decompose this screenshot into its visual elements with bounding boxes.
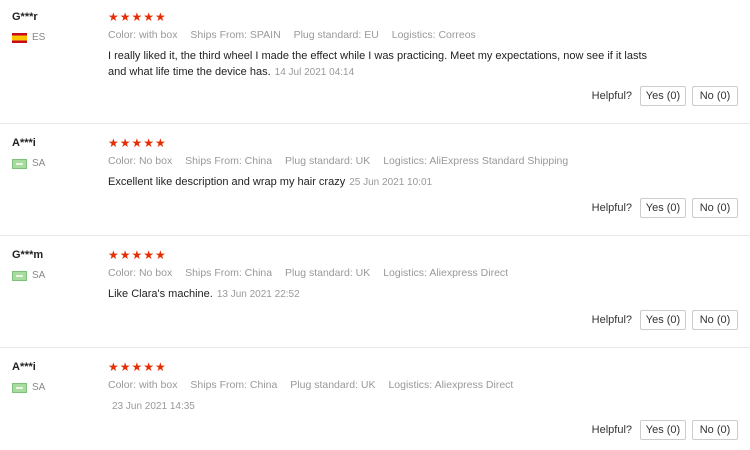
helpful-no-button[interactable]: No (0) xyxy=(692,198,738,218)
helpful-label: Helpful? xyxy=(591,202,632,214)
helpful-yes-button[interactable]: Yes (0) xyxy=(640,310,686,330)
reviewer-info: G***r ES xyxy=(12,10,92,43)
helpful-no-button[interactable]: No (0) xyxy=(692,86,738,106)
helpful-label: Helpful? xyxy=(591,90,632,102)
reviewer-name: A***i xyxy=(12,361,36,373)
helpful-no-button[interactable]: No (0) xyxy=(692,420,738,440)
logistics-value: Aliexpress Direct xyxy=(429,267,509,279)
ships-from-label: Ships From: xyxy=(190,29,247,41)
reviewer-name: G***m xyxy=(12,249,44,261)
review-body: ★★★★★ Color: No box Ships From: China Pl… xyxy=(108,136,738,191)
plug-standard-label: Plug standard: xyxy=(285,267,353,279)
saudi-arabia-flag-icon xyxy=(12,158,27,169)
review-text: Excellent like description and wrap my h… xyxy=(108,176,346,188)
review-body: ★★★★★ Color: with box Ships From: SPAIN … xyxy=(108,10,738,81)
country-code: ES xyxy=(32,32,46,43)
logistics-label: Logistics: xyxy=(391,29,436,41)
review-text: I really liked it, the third wheel I mad… xyxy=(108,50,648,78)
review-date: 25 Jun 2021 10:01 xyxy=(349,177,433,188)
helpful-yes-button[interactable]: Yes (0) xyxy=(640,86,686,106)
ships-from-value: SPAIN xyxy=(249,29,281,41)
plug-standard-value: UK xyxy=(355,267,371,279)
logistics-label: Logistics: xyxy=(383,155,427,167)
review-text-block: 23 Jun 2021 14:35 xyxy=(108,398,648,415)
reviewer-info: A***i SA xyxy=(12,360,92,393)
review-date: 23 Jun 2021 14:35 xyxy=(112,401,195,412)
color-label: Color: xyxy=(108,155,137,167)
logistics-value: Correos xyxy=(438,29,476,41)
color-value: with box xyxy=(138,29,178,41)
helpful-yes-button[interactable]: Yes (0) xyxy=(640,198,686,218)
helpful-controls: Helpful? Yes (0) No (0) xyxy=(592,420,738,440)
reviewer-name: A***i xyxy=(12,137,36,149)
helpful-no-button[interactable]: No (0) xyxy=(692,310,738,330)
reviewer-country: SA xyxy=(12,270,92,281)
helpful-label: Helpful? xyxy=(591,314,632,326)
ships-from-value: China xyxy=(244,155,273,167)
reviewer-info: A***i SA xyxy=(12,136,92,169)
helpful-controls: Helpful? Yes (0) No (0) xyxy=(592,310,738,330)
sku-attributes: Color: with box Ships From: SPAIN Plug s… xyxy=(108,28,738,42)
review-text: Like Clara's machine. xyxy=(108,288,213,300)
color-value: No box xyxy=(138,267,173,279)
ships-from-label: Ships From: xyxy=(185,155,242,167)
ships-from-label: Ships From: xyxy=(190,379,247,391)
spain-flag-icon xyxy=(12,32,27,43)
reviewer-country: SA xyxy=(12,158,92,169)
star-rating: ★★★★★ xyxy=(108,360,167,374)
review-item: G***m SA ★★★★★ Color: No box Ships From:… xyxy=(0,236,750,348)
logistics-value: Aliexpress Direct xyxy=(434,379,514,391)
plug-standard-value: EU xyxy=(364,29,379,41)
sku-attributes: Color: No box Ships From: China Plug sta… xyxy=(108,154,738,168)
plug-standard-label: Plug standard: xyxy=(293,29,362,41)
helpful-controls: Helpful? Yes (0) No (0) xyxy=(592,86,738,106)
logistics-value: AliExpress Standard Shipping xyxy=(429,155,569,167)
star-rating: ★★★★★ xyxy=(108,136,167,150)
color-value: No box xyxy=(138,155,173,167)
review-body: ★★★★★ Color: with box Ships From: China … xyxy=(108,360,738,415)
plug-standard-label: Plug standard: xyxy=(290,379,358,391)
plug-standard-value: UK xyxy=(360,379,376,391)
review-text-block: Like Clara's machine. 13 Jun 2021 22:52 xyxy=(108,286,648,303)
plug-standard-label: Plug standard: xyxy=(285,155,353,167)
sku-attributes: Color: No box Ships From: China Plug sta… xyxy=(108,266,738,280)
saudi-arabia-flag-icon xyxy=(12,382,27,393)
ships-from-value: China xyxy=(244,267,273,279)
star-rating: ★★★★★ xyxy=(108,10,167,24)
reviewer-name: G***r xyxy=(12,11,38,23)
saudi-arabia-flag-icon xyxy=(12,270,27,281)
sku-attributes: Color: with box Ships From: China Plug s… xyxy=(108,378,738,392)
country-code: SA xyxy=(32,382,46,393)
helpful-yes-button[interactable]: Yes (0) xyxy=(640,420,686,440)
review-date: 14 Jul 2021 04:14 xyxy=(274,67,355,78)
logistics-label: Logistics: xyxy=(388,379,433,391)
review-item: A***i SA ★★★★★ Color: No box Ships From:… xyxy=(0,124,750,236)
country-code: SA xyxy=(32,158,46,169)
logistics-label: Logistics: xyxy=(383,267,427,279)
review-text-block: I really liked it, the third wheel I mad… xyxy=(108,48,648,81)
country-code: SA xyxy=(32,270,46,281)
reviewer-info: G***m SA xyxy=(12,248,92,281)
ships-from-value: China xyxy=(249,379,278,391)
reviewer-country: ES xyxy=(12,32,92,43)
review-body: ★★★★★ Color: No box Ships From: China Pl… xyxy=(108,248,738,303)
review-text-block: Excellent like description and wrap my h… xyxy=(108,174,648,191)
color-label: Color: xyxy=(108,29,137,41)
color-value: with box xyxy=(138,379,178,391)
helpful-controls: Helpful? Yes (0) No (0) xyxy=(592,198,738,218)
review-date: 13 Jun 2021 22:52 xyxy=(216,289,300,300)
plug-standard-value: UK xyxy=(355,155,371,167)
helpful-label: Helpful? xyxy=(591,424,632,436)
star-rating: ★★★★★ xyxy=(108,248,167,262)
review-item: A***i SA ★★★★★ Color: with box Ships Fro… xyxy=(0,348,750,450)
reviewer-country: SA xyxy=(12,382,92,393)
color-label: Color: xyxy=(108,267,137,279)
color-label: Color: xyxy=(108,379,137,391)
review-item: G***r ES ★★★★★ Color: with box Ships Fro… xyxy=(0,0,750,124)
ships-from-label: Ships From: xyxy=(185,267,242,279)
